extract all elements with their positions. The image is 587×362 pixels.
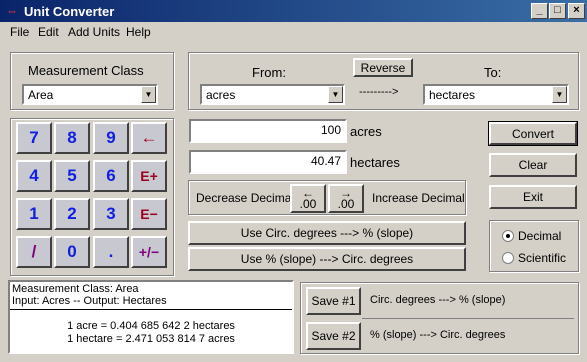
- maximize-button[interactable]: □: [549, 3, 566, 19]
- to-unit-value: hectares: [429, 88, 476, 102]
- decrease-decimal-label: Decrease Decimal: [196, 191, 295, 205]
- info-io-line: Input: Acres -- Output: Hectares: [12, 295, 167, 307]
- key-8[interactable]: 8: [54, 122, 90, 154]
- info-class-line: Measurement Class: Area: [12, 283, 139, 295]
- key-9[interactable]: 9: [93, 122, 129, 154]
- chevron-down-icon: ▼: [552, 86, 567, 103]
- key-5[interactable]: 5: [54, 160, 90, 192]
- slope-to-degrees-button[interactable]: Use % (slope) ---> Circ. degrees: [188, 247, 466, 271]
- key-decimal-point[interactable]: .: [93, 236, 129, 268]
- conversion-info-panel: Measurement Class: Area Input: Acres -- …: [8, 280, 294, 354]
- input-value-field[interactable]: 100: [189, 119, 347, 143]
- saves-divider: [362, 318, 574, 319]
- decimal-digits-label: .00: [337, 196, 355, 211]
- to-unit-select[interactable]: hectares ▼: [423, 84, 569, 105]
- measurement-class-value: Area: [28, 88, 54, 102]
- key-1[interactable]: 1: [16, 198, 52, 230]
- key-exp-minus[interactable]: E−: [131, 198, 167, 230]
- decimal-radio[interactable]: [502, 230, 514, 242]
- measurement-class-label: Measurement Class: [28, 63, 144, 78]
- close-button[interactable]: ×: [568, 3, 585, 19]
- key-3[interactable]: 3: [93, 198, 129, 230]
- save-1-text: Circ. degrees ---> % (slope): [370, 294, 506, 306]
- menu-add-units[interactable]: Add Units: [68, 25, 120, 39]
- key-6[interactable]: 6: [93, 160, 129, 192]
- key-7[interactable]: 7: [16, 122, 52, 154]
- unit-converter-icon: ⇔: [6, 4, 18, 18]
- output-unit-label: hectares: [350, 155, 400, 170]
- menu-file[interactable]: File: [10, 25, 29, 39]
- to-label: To:: [484, 65, 502, 80]
- key-backspace[interactable]: ←: [131, 122, 167, 154]
- increase-decimal-label: Increase Decimal: [372, 191, 465, 205]
- output-value-field: 40.47: [189, 150, 347, 174]
- menu-help[interactable]: Help: [126, 25, 151, 39]
- info-divider: [10, 309, 292, 310]
- scientific-radio-label: Scientific: [518, 251, 567, 265]
- exit-button[interactable]: Exit: [489, 185, 577, 209]
- minimize-button[interactable]: _: [531, 3, 548, 19]
- key-2[interactable]: 2: [54, 198, 90, 230]
- scientific-radio[interactable]: [502, 252, 514, 264]
- from-label: From:: [252, 65, 286, 80]
- input-unit-label: acres: [350, 124, 382, 139]
- info-result-reverse: 1 hectare = 2.471 053 814 7 acres: [67, 333, 235, 345]
- direction-arrow: --------->: [359, 86, 399, 98]
- key-exp-plus[interactable]: E+: [131, 160, 167, 192]
- increase-decimal-button[interactable]: → .00: [328, 184, 364, 213]
- chevron-down-icon: ▼: [141, 86, 156, 103]
- key-divide[interactable]: /: [16, 236, 52, 268]
- menu-bar: File Edit Add Units Help: [0, 22, 587, 42]
- degrees-to-slope-button[interactable]: Use Circ. degrees ---> % (slope): [188, 221, 466, 245]
- info-result-forward: 1 acre = 0.404 685 642 2 hectares: [67, 320, 235, 332]
- convert-button[interactable]: Convert: [488, 121, 578, 146]
- key-4[interactable]: 4: [16, 160, 52, 192]
- decimal-digits-label: .00: [299, 196, 317, 211]
- save-2-text: % (slope) ---> Circ. degrees: [370, 329, 506, 341]
- reverse-button[interactable]: Reverse: [353, 58, 413, 77]
- decimal-radio-label: Decimal: [518, 229, 562, 243]
- title-bar[interactable]: ⇔ Unit Converter _ □ ×: [0, 0, 587, 22]
- measurement-class-select[interactable]: Area ▼: [22, 84, 158, 105]
- key-0[interactable]: 0: [54, 236, 90, 268]
- key-plus-minus[interactable]: +/−: [131, 236, 167, 268]
- from-unit-value: acres: [206, 88, 236, 102]
- save-2-button[interactable]: Save #2: [306, 322, 361, 350]
- clear-button[interactable]: Clear: [489, 153, 577, 177]
- menu-edit[interactable]: Edit: [38, 25, 59, 39]
- from-unit-select[interactable]: acres ▼: [200, 84, 345, 105]
- chevron-down-icon: ▼: [328, 86, 343, 103]
- decrease-decimal-button[interactable]: ← .00: [290, 184, 326, 213]
- save-1-button[interactable]: Save #1: [306, 287, 361, 315]
- window-title: Unit Converter: [24, 4, 115, 19]
